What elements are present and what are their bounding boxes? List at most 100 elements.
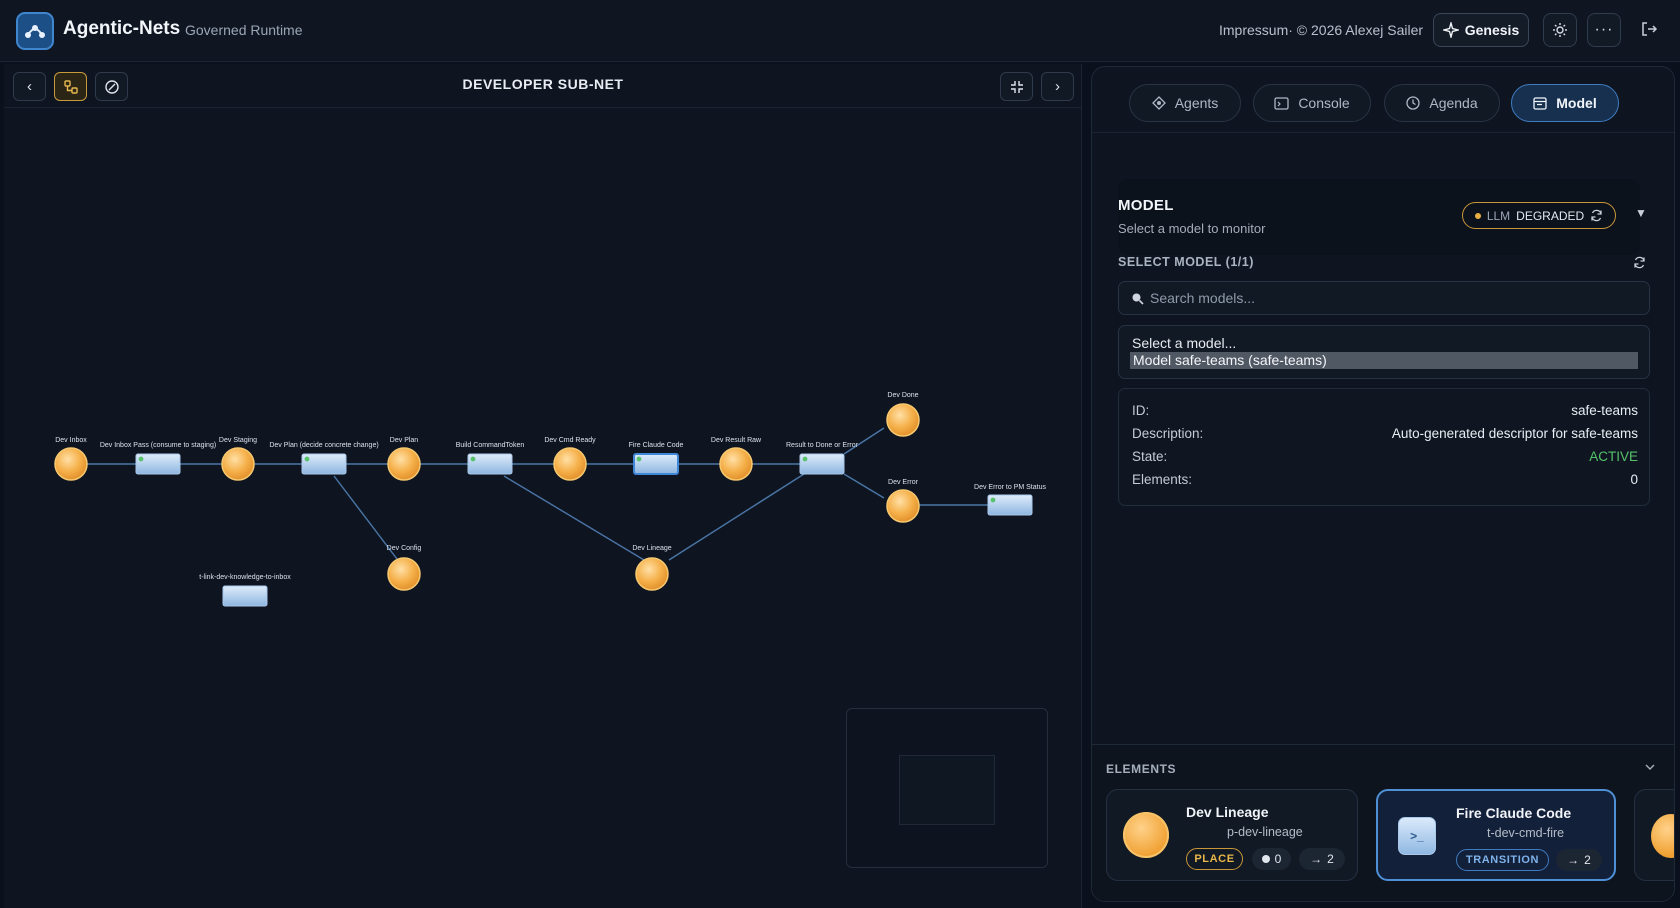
- side-panel: Agents Console Agenda Model MODEL Select…: [1091, 66, 1675, 902]
- arc-count: → 2: [1299, 848, 1345, 870]
- place-label: Dev Config: [387, 545, 422, 552]
- transition-label: t-link-dev-knowledge-to-inbox: [199, 574, 291, 581]
- info-value: 0: [1630, 472, 1638, 487]
- transition-label: Result to Done or Error: [786, 442, 859, 449]
- place-label: Dev Cmd Ready: [544, 437, 596, 444]
- model-icon: [1533, 96, 1547, 110]
- model-select-list[interactable]: Select a model... Model safe-teams (safe…: [1118, 325, 1650, 379]
- model-subheading: Select a model to monitor: [1118, 221, 1266, 236]
- info-value: safe-teams: [1571, 403, 1638, 418]
- place-label: Dev Result Raw: [711, 437, 762, 444]
- tab-console[interactable]: Console: [1253, 84, 1371, 122]
- llm-status-badge[interactable]: LLM DEGRADED: [1462, 202, 1616, 229]
- info-value: Auto-generated descriptor for safe-teams: [1391, 426, 1638, 441]
- element-id: p-dev-lineage: [1227, 825, 1303, 839]
- arc-count-value: 2: [1327, 852, 1334, 866]
- transition-node[interactable]: [222, 585, 268, 607]
- place-node[interactable]: [635, 557, 669, 591]
- transition-node[interactable]: [799, 453, 845, 475]
- sun-icon: [1553, 23, 1567, 37]
- transition-node[interactable]: [135, 453, 181, 475]
- info-key: State:: [1132, 449, 1168, 464]
- token-dot-icon: [1261, 855, 1270, 863]
- transition-label: Fire Claude Code: [629, 442, 684, 449]
- element-kind-badge: PLACE: [1186, 848, 1243, 870]
- transition-node[interactable]: [467, 453, 513, 475]
- llm-status: DEGRADED: [1516, 208, 1585, 223]
- place-node[interactable]: [886, 489, 920, 523]
- place-node[interactable]: [221, 447, 255, 481]
- elements-bar: ELEMENTS Dev Lineage p-dev-lineage PLACE…: [1092, 744, 1674, 901]
- element-card-place[interactable]: Dev Lineage p-dev-lineage PLACE 0 → 2: [1106, 789, 1358, 881]
- info-row-elements: Elements: 0: [1132, 472, 1638, 487]
- place-label: Dev Error: [888, 479, 919, 486]
- element-kind-badge: TRANSITION: [1456, 849, 1549, 871]
- model-info-box: ID: safe-teams Description: Auto-generat…: [1118, 388, 1650, 506]
- info-key: Description:: [1132, 426, 1204, 441]
- chevron-down-icon[interactable]: [1644, 760, 1656, 778]
- element-name: Dev Lineage: [1186, 804, 1269, 820]
- place-label: Dev Inbox: [55, 437, 87, 444]
- tab-model-label: Model: [1556, 95, 1597, 111]
- element-card-partial[interactable]: [1634, 789, 1674, 881]
- llm-label: LLM: [1486, 208, 1511, 223]
- transition-label: Build CommandToken: [456, 442, 525, 449]
- theme-toggle-button[interactable]: [1543, 13, 1577, 47]
- place-node[interactable]: [886, 403, 920, 437]
- top-bar: Agentic-Nets Governed Runtime Impressum·…: [0, 0, 1680, 62]
- search-placeholder: Search models...: [1150, 290, 1256, 306]
- state-value: ACTIVE: [1589, 449, 1638, 464]
- logout-icon[interactable]: [1638, 18, 1660, 40]
- status-dot-icon: [1474, 212, 1481, 219]
- genesis-label: Genesis: [1464, 22, 1520, 38]
- arrow-right-icon: →: [1567, 853, 1580, 867]
- info-key: Elements:: [1132, 472, 1193, 487]
- app-title: Agentic-Nets: [63, 18, 181, 39]
- place-node[interactable]: [719, 447, 753, 481]
- impressum-link[interactable]: Impressum· © 2026 Alexej Sailer: [1219, 22, 1423, 38]
- refresh-icon[interactable]: [1590, 209, 1603, 222]
- model-option-selected[interactable]: Model safe-teams (safe-teams): [1130, 352, 1638, 369]
- genesis-button[interactable]: Genesis: [1433, 13, 1529, 47]
- transition-node-selected[interactable]: [633, 453, 679, 475]
- refresh-models-icon[interactable]: [1633, 256, 1646, 274]
- minimap-viewport[interactable]: [899, 755, 995, 825]
- place-label: Dev Staging: [219, 437, 257, 444]
- minimap[interactable]: [846, 708, 1048, 868]
- place-node[interactable]: [387, 557, 421, 591]
- model-option[interactable]: Select a model...: [1132, 335, 1236, 351]
- app-subtitle: Governed Runtime: [185, 22, 303, 38]
- token-count-value: 0: [1274, 852, 1282, 866]
- more-menu-button[interactable]: ···: [1587, 13, 1621, 47]
- place-label: Dev Plan: [390, 437, 419, 444]
- select-model-label: SELECT MODEL (1/1): [1118, 255, 1254, 269]
- console-icon: [1274, 96, 1289, 110]
- tab-model[interactable]: Model: [1511, 84, 1619, 122]
- info-row-description: Description: Auto-generated descriptor f…: [1132, 426, 1638, 441]
- place-node[interactable]: [553, 447, 587, 481]
- info-row-state: State: ACTIVE: [1132, 449, 1638, 464]
- place-label: Dev Lineage: [632, 545, 671, 552]
- search-icon: [1132, 293, 1144, 305]
- panel-tabs: Agents Console Agenda Model: [1092, 67, 1674, 133]
- tab-agenda[interactable]: Agenda: [1384, 84, 1500, 122]
- net-canvas[interactable]: ‹ DEVELOPER SUB-NET › Dev Inbox Dev Inbo…: [4, 64, 1082, 908]
- transition-node[interactable]: [987, 494, 1033, 516]
- tab-agenda-label: Agenda: [1429, 95, 1478, 111]
- transition-node[interactable]: [301, 453, 347, 475]
- element-name: Fire Claude Code: [1456, 805, 1572, 821]
- collapse-model-icon[interactable]: ▼: [1635, 206, 1647, 220]
- model-heading: MODEL: [1118, 197, 1174, 214]
- model-search-input[interactable]: Search models...: [1118, 281, 1650, 315]
- app-logo-icon[interactable]: [16, 12, 54, 50]
- place-node[interactable]: [387, 447, 421, 481]
- element-id: t-dev-cmd-fire: [1487, 826, 1565, 840]
- element-card-transition[interactable]: >_ Fire Claude Code t-dev-cmd-fire TRANS…: [1376, 789, 1616, 881]
- transition-label: Dev Plan (decide concrete change): [269, 442, 378, 449]
- arrow-right-icon: →: [1310, 852, 1323, 866]
- place-icon: [1123, 812, 1169, 858]
- token-count: 0: [1252, 848, 1291, 870]
- place-node[interactable]: [54, 447, 88, 481]
- terminal-icon: >_: [1398, 817, 1436, 855]
- tab-agents[interactable]: Agents: [1129, 84, 1241, 122]
